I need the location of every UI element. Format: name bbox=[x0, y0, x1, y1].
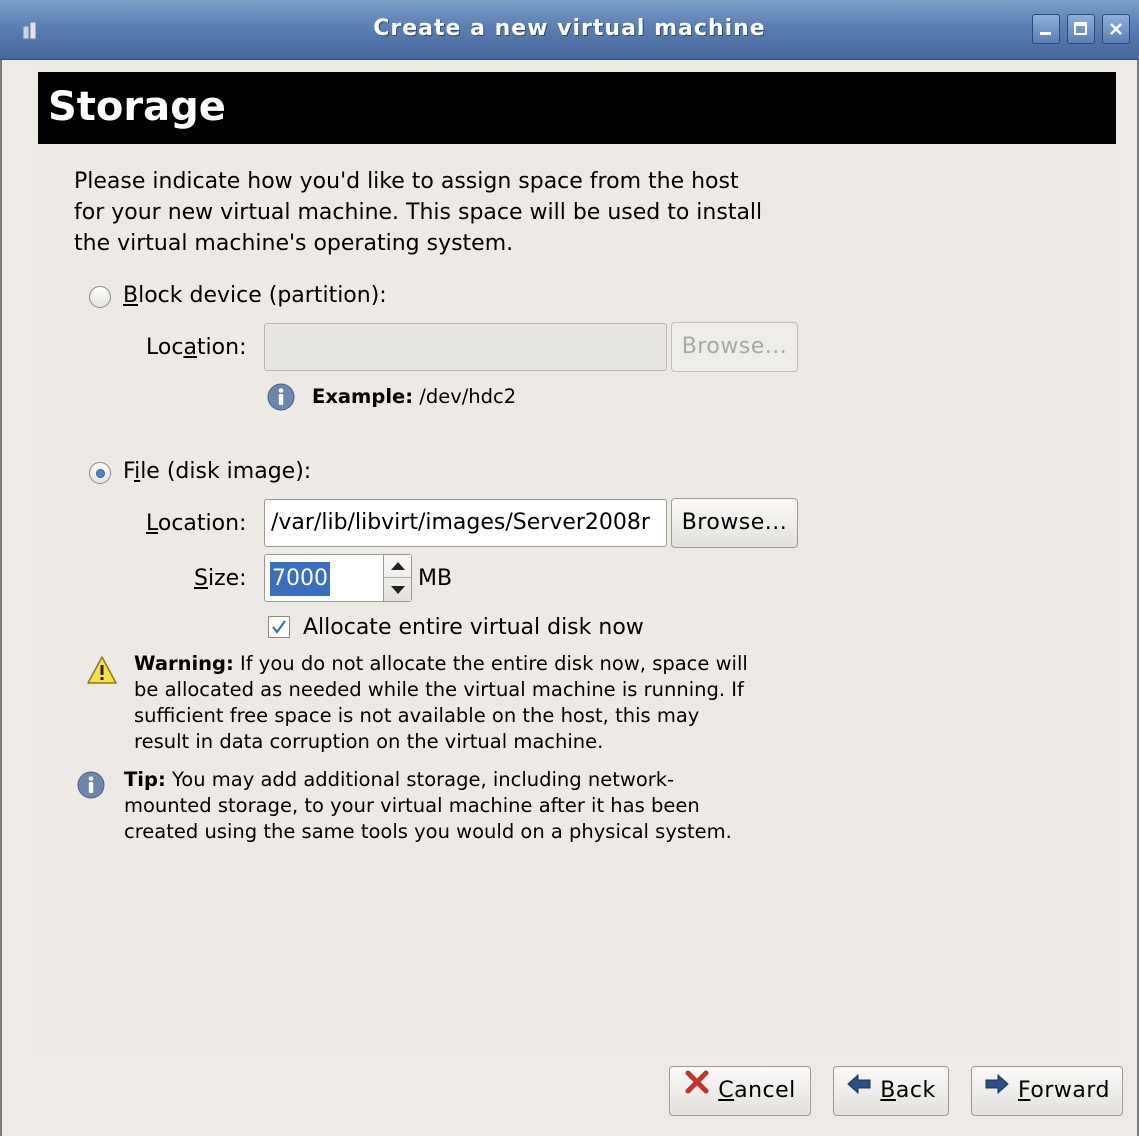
warning-icon bbox=[86, 655, 118, 689]
window-title: Create a new virtual machine bbox=[373, 16, 766, 41]
forward-arrow-icon bbox=[984, 1065, 1010, 1113]
warning-line-2: be allocated as needed while the virtual… bbox=[134, 678, 744, 701]
warning-line-1: Warning: If you do not allocate the enti… bbox=[134, 652, 748, 675]
allocate-checkbox[interactable] bbox=[268, 616, 290, 638]
example-hint: Example: /dev/hdc2 bbox=[312, 385, 517, 408]
forward-button[interactable]: Forward bbox=[971, 1066, 1123, 1116]
block-location-label: Location: bbox=[146, 335, 247, 360]
block-browse-button[interactable]: Browse... bbox=[671, 322, 798, 372]
tip-line-1: Tip: You may add additional storage, inc… bbox=[124, 768, 675, 791]
storage-description: Please indicate how you'd like to assign… bbox=[74, 169, 763, 256]
size-value[interactable]: 7000 bbox=[270, 562, 330, 596]
maximize-icon bbox=[1074, 22, 1087, 35]
file-image-label[interactable]: File (disk image): bbox=[123, 456, 311, 487]
minimize-button[interactable] bbox=[1032, 14, 1060, 44]
close-icon bbox=[1110, 23, 1122, 35]
allocate-label[interactable]: Allocate entire virtual disk now bbox=[303, 612, 644, 643]
tip-line-2: mounted storage, to your virtual machine… bbox=[124, 794, 700, 817]
size-unit: MB bbox=[418, 566, 453, 591]
checkmark-icon bbox=[272, 620, 286, 634]
warning-line-4: result in data corruption on the virtual… bbox=[134, 730, 604, 753]
page-header: Storage bbox=[38, 72, 1116, 144]
block-location-input[interactable] bbox=[264, 323, 667, 371]
title-bar[interactable]: Create a new virtual machine bbox=[0, 0, 1139, 60]
tip-line-3: created using the same tools you would o… bbox=[124, 820, 732, 843]
maximize-button[interactable] bbox=[1067, 14, 1095, 44]
file-image-radio[interactable] bbox=[89, 462, 111, 484]
warning-line-3: sufficient free space is not available o… bbox=[134, 704, 700, 727]
radio-selected-dot bbox=[96, 469, 105, 478]
page-title: Storage bbox=[48, 84, 226, 130]
cancel-x-icon bbox=[684, 1065, 710, 1113]
file-location-label: Location: bbox=[146, 511, 247, 536]
decrement-arrow-icon[interactable] bbox=[391, 586, 405, 594]
back-button[interactable]: Back bbox=[833, 1066, 949, 1116]
info-icon bbox=[266, 382, 296, 416]
tip-info-icon bbox=[76, 770, 106, 804]
size-label: Size: bbox=[194, 566, 247, 591]
file-browse-button[interactable]: Browse... bbox=[671, 498, 798, 548]
size-spinner[interactable]: 7000 bbox=[264, 554, 412, 602]
increment-arrow-icon[interactable] bbox=[391, 562, 405, 570]
back-arrow-icon bbox=[846, 1065, 872, 1113]
block-device-radio[interactable] bbox=[89, 286, 111, 308]
size-stepper[interactable] bbox=[383, 555, 411, 601]
file-location-input[interactable]: /var/lib/libvirt/images/Server2008r bbox=[264, 499, 667, 547]
cancel-button[interactable]: Cancel bbox=[669, 1066, 811, 1116]
close-button[interactable] bbox=[1102, 14, 1130, 44]
minimize-icon bbox=[1040, 32, 1051, 35]
block-device-label[interactable]: Block device (partition): bbox=[123, 280, 387, 311]
